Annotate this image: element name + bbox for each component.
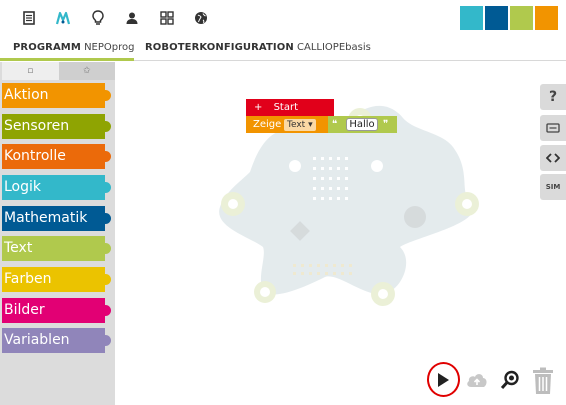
category-text[interactable]: Text [2, 236, 111, 261]
toolbox-tab-expert[interactable]: ✩ [58, 62, 115, 80]
start-block[interactable]: + Start [246, 99, 334, 116]
user-icon[interactable] [122, 8, 142, 28]
start-block-label: Start [273, 102, 299, 113]
zoom-icon [500, 370, 519, 390]
tab-program-name: NEPOprog [84, 42, 135, 53]
code-view-button[interactable] [540, 145, 566, 171]
cloud-upload-icon [467, 374, 487, 387]
active-tab-indicator [0, 58, 134, 61]
run-button-highlight [427, 362, 460, 397]
trash-icon [533, 367, 553, 394]
chevron-down-icon: ▾ [308, 120, 313, 130]
simulation-button[interactable]: SIM [540, 174, 566, 200]
show-type-dropdown[interactable]: Text ▾ [284, 119, 316, 131]
grid-icon[interactable] [157, 8, 177, 28]
program-canvas[interactable] [115, 62, 566, 405]
comment-icon [546, 123, 560, 133]
category-logik[interactable]: Logik [2, 175, 111, 200]
category-aktion[interactable]: Aktion [2, 83, 111, 108]
show-type-value: Text [287, 120, 306, 130]
trash-button[interactable] [529, 366, 557, 396]
calliope-board-image [219, 105, 479, 306]
open-quote-icon: ❝ [332, 119, 338, 130]
globe-icon[interactable] [191, 8, 211, 28]
category-variablen[interactable]: Variablen [2, 328, 111, 353]
toolbox-tab-simple[interactable]: ▫ [2, 62, 59, 80]
close-quote-icon: ❞ [383, 119, 389, 130]
top-menu-bar [0, 0, 566, 38]
text-value-field[interactable]: Hallo [346, 118, 378, 131]
tab-program-label: PROGRAMM [13, 42, 81, 53]
tab-robot-config[interactable]: ROBOTERKONFIGURATION CALLIOPEbasis [145, 38, 371, 62]
robot-icon[interactable] [53, 8, 73, 28]
tab-bar: PROGRAMM NEPOprog ROBOTERKONFIGURATION C… [0, 38, 566, 62]
help-button[interactable]: ? [540, 84, 566, 110]
nepo-logo [460, 6, 558, 30]
start-plus-icon[interactable]: + [254, 102, 262, 113]
upload-button[interactable] [465, 369, 489, 391]
document-icon[interactable] [19, 8, 39, 28]
app-window: PROGRAMM NEPOprog ROBOTERKONFIGURATION C… [0, 0, 566, 405]
code-icon [546, 153, 560, 163]
lightbulb-icon[interactable] [88, 8, 108, 28]
category-kontrolle[interactable]: Kontrolle [2, 144, 111, 169]
show-block-label: Zeige [253, 119, 282, 130]
zoom-button[interactable] [498, 368, 522, 392]
tab-config-name: CALLIOPEbasis [297, 42, 371, 53]
category-sensoren[interactable]: Sensoren [2, 114, 111, 139]
info-button[interactable] [540, 115, 566, 141]
toolbox: ▫ ✩ Aktion Sensoren Kontrolle Logik Math… [0, 62, 115, 405]
category-bilder[interactable]: Bilder [2, 298, 111, 323]
tab-config-label: ROBOTERKONFIGURATION [145, 42, 294, 53]
toolbox-tabs: ▫ ✩ [2, 62, 115, 80]
category-mathematik[interactable]: Mathematik [2, 206, 111, 231]
category-farben[interactable]: Farben [2, 267, 111, 292]
